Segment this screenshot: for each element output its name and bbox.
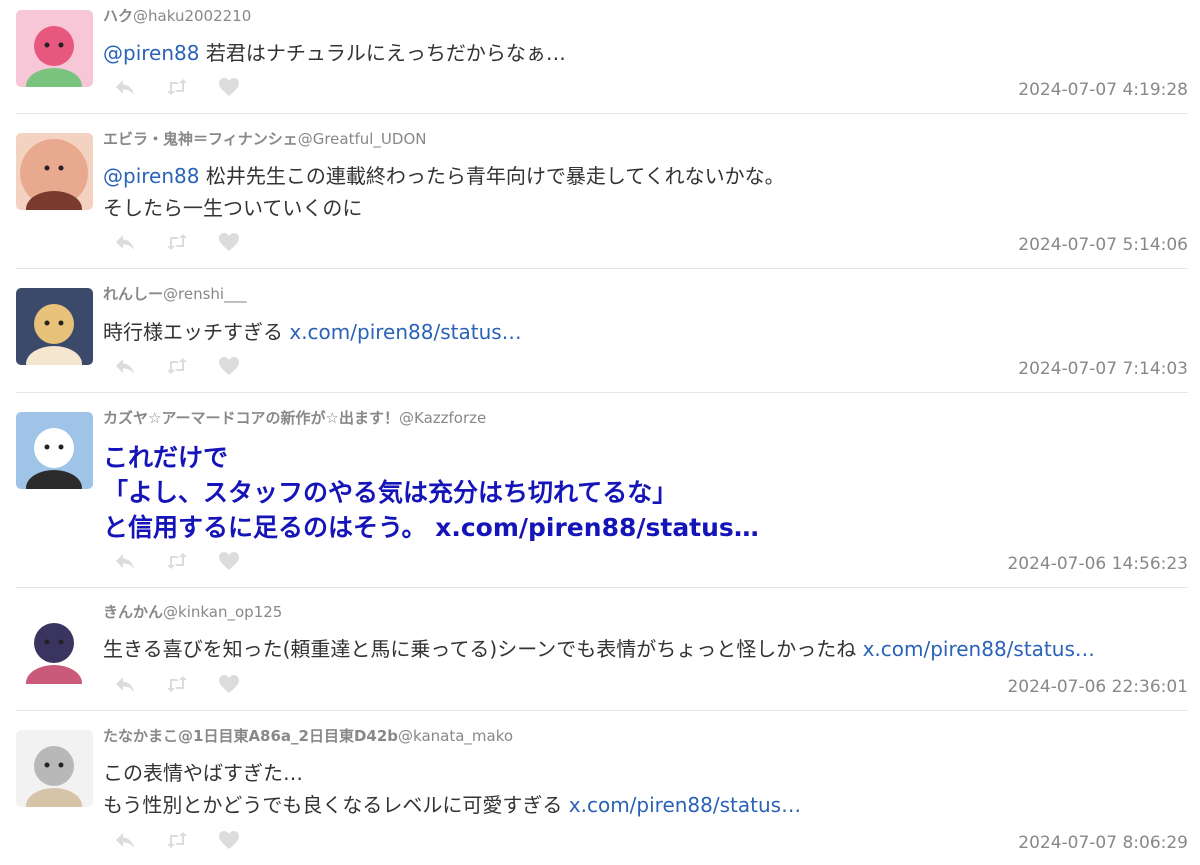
user-handle[interactable]: @Greatful_UDON [298,130,427,148]
tweet-feed: ハク@haku2002210 @piren88 若君はナチュラルにえっちだからなぁ… [0,0,1200,865]
tweet-header: ハク@haku2002210 [103,7,251,25]
user-display-name[interactable]: たなかまこ@1日目東A86a_2日目東D42b [103,727,398,745]
tweet-divider [16,587,1188,588]
tweet-text-line: この表情やばすぎた… [103,757,801,789]
status-link[interactable]: x.com/piren88/status… [863,637,1095,661]
user-display-name[interactable]: エビラ・鬼神＝フィナンシェ [103,130,298,148]
user-display-name[interactable]: れんしー [103,285,163,303]
tweet-text-segment: そしたら一生ついていくのに [103,196,363,220]
tweet-text: この表情やばすぎた… もう性別とかどうでも良くなるレベルに可愛すぎる x.com/… [103,757,801,821]
tweet-divider [16,113,1188,114]
user-avatar[interactable] [16,607,93,684]
tweet-header: カズヤ☆アーマードコアの新作が☆出ます！@Kazzforze [103,409,486,427]
heart-icon[interactable] [216,550,242,572]
tweet-header: たなかまこ@1日目東A86a_2日目東D42b@kanata_mako [103,727,513,745]
user-handle[interactable]: @kinkan_op125 [163,603,282,621]
user-display-name[interactable]: きんかん [103,603,163,621]
tweet-actions [112,355,242,377]
tweet-text-segment: と信用するに足るのはそう。 [103,513,436,542]
tweet-text-segment: これだけで [103,443,229,472]
retweet-icon[interactable] [164,231,190,253]
tweet-text-line: 生きる喜びを知った(頼重達と馬に乗ってる)シーンでも表情がちょっと怪しかったね … [103,633,1095,665]
retweet-icon[interactable] [164,673,190,695]
user-avatar[interactable] [16,412,93,489]
reply-icon[interactable] [112,76,138,98]
tweet-text-line: @piren88 若君はナチュラルにえっちだからなぁ… [103,37,566,69]
tweet-text: @piren88 松井先生この連載終わったら青年向けで暴走してくれないかな。そし… [103,160,785,224]
heart-icon[interactable] [216,76,242,98]
status-link[interactable]: x.com/piren88/status… [435,513,759,542]
reply-icon[interactable] [112,673,138,695]
heart-icon[interactable] [216,673,242,695]
retweet-icon[interactable] [164,829,190,851]
tweet-text-line: 「よし、スタッフのやる気は充分はち切れてるな」 [103,475,759,510]
user-display-name[interactable]: ハク [103,7,133,25]
user-avatar[interactable] [16,133,93,210]
tweet-text: 時行様エッチすぎる x.com/piren88/status… [103,316,522,348]
heart-icon[interactable] [216,355,242,377]
tweet-text-line: と信用するに足るのはそう。 x.com/piren88/status… [103,510,759,545]
reply-icon[interactable] [112,231,138,253]
tweet-text-line: 時行様エッチすぎる x.com/piren88/status… [103,316,522,348]
tweet-text: これだけで 「よし、スタッフのやる気は充分はち切れてるな」 と信用するに足るのはそう… [103,440,759,545]
tweet-text-segment: 若君はナチュラルにえっちだからなぁ… [199,41,566,65]
tweet-text-segment: 時行様エッチすぎる [103,320,290,344]
tweet-timestamp[interactable]: 2024-07-07 5:14:06 [1018,235,1188,255]
reply-icon[interactable] [112,550,138,572]
tweet-text-segment: 生きる喜びを知った(頼重達と馬に乗ってる)シーンでも表情がちょっと怪しかったね [103,637,863,661]
user-handle[interactable]: @haku2002210 [133,7,251,25]
tweet-text-segment: 松井先生この連載終わったら青年向けで暴走してくれないかな。 [199,164,785,188]
tweet-text-segment: もう性別とかどうでも良くなるレベルに可愛すぎる [103,793,569,817]
heart-icon[interactable] [216,231,242,253]
tweet-actions [112,673,242,695]
tweet-text-line: @piren88 松井先生この連載終わったら青年向けで暴走してくれないかな。 [103,160,785,192]
tweet-header: エビラ・鬼神＝フィナンシェ@Greatful_UDON [103,130,426,148]
reply-icon[interactable] [112,829,138,851]
tweet-actions [112,550,242,572]
tweet-text-segment: この表情やばすぎた… [103,761,303,785]
status-link[interactable]: x.com/piren88/status… [569,793,801,817]
user-avatar[interactable] [16,10,93,87]
tweet-text-segment: 「よし、スタッフのやる気は充分はち切れてるな」 [103,478,678,507]
heart-icon[interactable] [216,829,242,851]
tweet-actions [112,76,242,98]
mention-link[interactable]: @piren88 [103,164,199,188]
tweet-timestamp[interactable]: 2024-07-06 22:36:01 [1007,677,1188,697]
user-handle[interactable]: @renshi___ [163,285,247,303]
status-link[interactable]: x.com/piren88/status… [289,320,521,344]
tweet-timestamp[interactable]: 2024-07-07 7:14:03 [1018,359,1188,379]
tweet-actions [112,231,242,253]
tweet-timestamp[interactable]: 2024-07-07 8:06:29 [1018,833,1188,853]
tweet-text: 生きる喜びを知った(頼重達と馬に乗ってる)シーンでも表情がちょっと怪しかったね … [103,633,1095,665]
retweet-icon[interactable] [164,355,190,377]
tweet-text-line: これだけで [103,440,759,475]
tweet-text-line: そしたら一生ついていくのに [103,192,785,224]
user-display-name[interactable]: カズヤ☆アーマードコアの新作が☆出ます！ [103,409,399,427]
tweet-text-line: もう性別とかどうでも良くなるレベルに可愛すぎる x.com/piren88/st… [103,789,801,821]
user-avatar[interactable] [16,730,93,807]
tweet-divider [16,710,1188,711]
tweet-header: れんしー@renshi___ [103,285,247,303]
tweet-timestamp[interactable]: 2024-07-06 14:56:23 [1007,554,1188,574]
tweet-actions [112,829,242,851]
tweet-header: きんかん@kinkan_op125 [103,603,282,621]
mention-link[interactable]: @piren88 [103,41,199,65]
retweet-icon[interactable] [164,76,190,98]
reply-icon[interactable] [112,355,138,377]
tweet-text: @piren88 若君はナチュラルにえっちだからなぁ… [103,37,566,69]
tweet-timestamp[interactable]: 2024-07-07 4:19:28 [1018,80,1188,100]
retweet-icon[interactable] [164,550,190,572]
tweet-divider [16,392,1188,393]
user-avatar[interactable] [16,288,93,365]
user-handle[interactable]: @kanata_mako [398,727,513,745]
user-handle[interactable]: @Kazzforze [399,409,486,427]
tweet-divider [16,268,1188,269]
